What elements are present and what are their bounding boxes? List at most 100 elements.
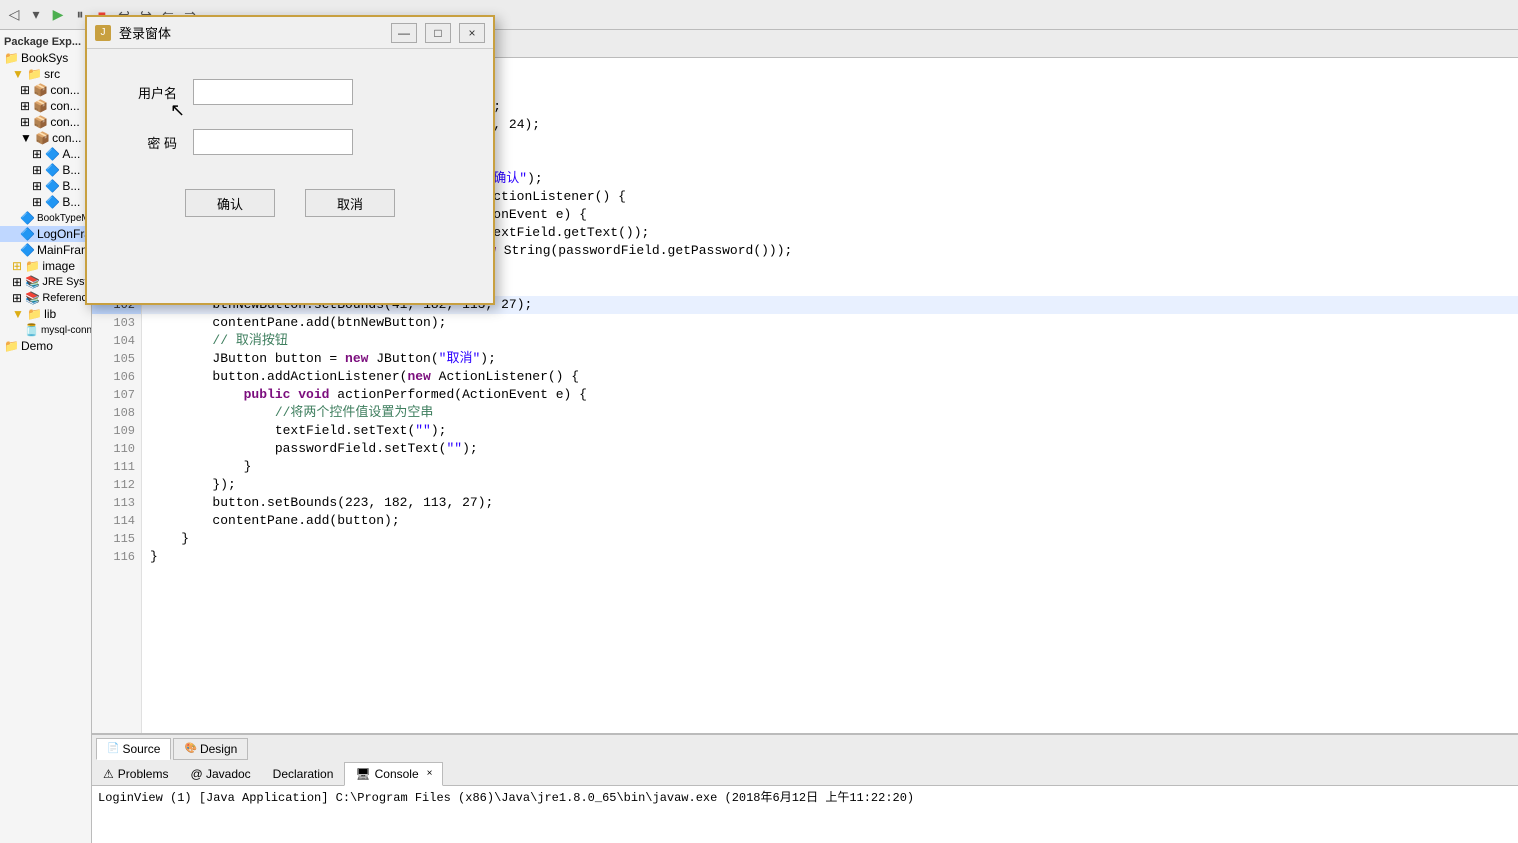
sidebar-item-a[interactable]: ⊞ 🔷 A... xyxy=(0,146,91,162)
sidebar-item-con2[interactable]: ⊞ 📦 con... xyxy=(0,98,91,114)
sidebar-item-label: src xyxy=(44,67,60,81)
sidebar-item-b2[interactable]: ⊞ 🔷 B... xyxy=(0,178,91,194)
dialog-buttons: 确认 取消 xyxy=(117,189,463,217)
code-line-113: button.setBounds(223, 182, 113, 27); xyxy=(142,494,1518,512)
sidebar-item-mysql-jar[interactable]: 🫙 mysql-connector-java-5.1.36.jar xyxy=(0,322,91,338)
sidebar-item-logonframe[interactable]: 🔷 LogOnFrame.java xyxy=(0,226,91,242)
tab-javadoc[interactable]: @ Javadoc xyxy=(179,762,261,786)
code-line-107: public void actionPerformed(ActionEvent … xyxy=(142,386,1518,404)
java-file-icon: 🔷 xyxy=(20,243,35,257)
username-input[interactable] xyxy=(193,79,353,105)
login-dialog[interactable]: J 登录窗体 — □ × 用户名 密 码 确认 取消 xyxy=(85,15,495,305)
sidebar-item-label: con... xyxy=(50,99,79,113)
line-num-108: 108 xyxy=(92,404,141,422)
sidebar-item-label: mysql-connector-java-5.1.36.jar xyxy=(41,325,92,336)
code-line-105: JButton button = new JButton("取消"); xyxy=(142,350,1518,368)
console-icon: 🖥 xyxy=(355,767,370,781)
sidebar-item-demo[interactable]: 📁 Demo xyxy=(0,338,91,354)
console-content: LoginView (1) [Java Application] C:\Prog… xyxy=(92,786,1518,843)
sidebar-item-con1[interactable]: ⊞ 📦 con... xyxy=(0,82,91,98)
toolbar-down-icon[interactable]: ▾ xyxy=(26,5,46,25)
project-icon: 📁 xyxy=(4,51,19,65)
username-label: 用户名 xyxy=(117,83,177,102)
sidebar-item-lib[interactable]: ▼ 📁 lib xyxy=(0,306,91,322)
sidebar-item-label: Demo xyxy=(21,339,53,353)
sidebar-item-booksys[interactable]: 📁 BookSys xyxy=(0,50,91,66)
console-close-icon[interactable]: × xyxy=(427,768,433,779)
line-num-113: 113 xyxy=(92,494,141,512)
jar-icon: 🫙 xyxy=(24,323,39,337)
console-label: Console xyxy=(375,767,419,781)
image-folder-icon: ⊞ 📁 xyxy=(12,259,40,273)
dialog-titlebar: J 登录窗体 — □ × xyxy=(87,17,493,49)
sidebar-item-label: B... xyxy=(62,163,80,177)
design-tab-icon: 🎨 xyxy=(184,743,196,754)
sidebar-item-label: lib xyxy=(44,307,56,321)
sidebar-item-image[interactable]: ⊞ 📁 image xyxy=(0,258,91,274)
sidebar-item-label: MainFrame.java xyxy=(37,243,92,257)
demo-icon: 📁 xyxy=(4,339,19,353)
sidebar-item-b3[interactable]: ⊞ 🔷 B... xyxy=(0,194,91,210)
source-tab-label: Source xyxy=(122,742,160,756)
line-num-114: 114 xyxy=(92,512,141,530)
sidebar-item-booktypemanage[interactable]: 🔷 BookTypeManageInternalFrame.java xyxy=(0,210,91,226)
sidebar-item-label: con... xyxy=(50,83,79,97)
line-num-105: 105 xyxy=(92,350,141,368)
bottom-panel: 📄 Source 🎨 Design ⚠ Problems @ J xyxy=(92,733,1518,843)
sidebar-item-con3[interactable]: ⊞ 📦 con... xyxy=(0,114,91,130)
tab-console[interactable]: 🖥 Console × xyxy=(344,762,443,786)
password-input[interactable] xyxy=(193,129,353,155)
code-line-110: passwordField.setText(""); xyxy=(142,440,1518,458)
sidebar-item-jre[interactable]: ⊞ 📚 JRE System Library [JavaSE-1.8] xyxy=(0,274,91,290)
java-file-icon: 🔷 xyxy=(20,211,35,225)
package-icon-expand: ▼ 📦 xyxy=(20,131,50,145)
sidebar-item-label: LogOnFrame.java xyxy=(37,227,92,241)
problems-label: Problems xyxy=(118,767,169,781)
password-label: 密 码 xyxy=(117,133,177,152)
dialog-minimize-button[interactable]: — xyxy=(391,23,417,43)
sidebar-item-label: con... xyxy=(50,115,79,129)
username-row: 用户名 xyxy=(117,79,463,105)
javadoc-label: @ Javadoc xyxy=(190,767,250,781)
confirm-button[interactable]: 确认 xyxy=(185,189,275,217)
tab-design[interactable]: 🎨 Design xyxy=(173,738,248,760)
code-line-108: //将两个控件值设置为空串 xyxy=(142,404,1518,422)
line-num-107: 107 xyxy=(92,386,141,404)
toolbar-run-icon[interactable]: ▶ xyxy=(48,5,68,25)
sidebar-item-label: B... xyxy=(62,179,80,193)
sidebar-item-label: B... xyxy=(62,195,80,209)
cancel-button[interactable]: 取消 xyxy=(305,189,395,217)
code-line-115: } xyxy=(142,530,1518,548)
package-explorer: Package Exp... 📁 BookSys ▼ 📁 src ⊞ 📦 con… xyxy=(0,30,92,843)
sidebar-item-label: image xyxy=(42,259,75,273)
jre-icon: ⊞ 📚 xyxy=(12,275,40,289)
sidebar-item-label: A... xyxy=(62,147,80,161)
java-file-icon: ⊞ 🔷 xyxy=(32,163,60,177)
code-line-106: button.addActionListener(new ActionListe… xyxy=(142,368,1518,386)
java-file-icon: ⊞ 🔷 xyxy=(32,179,60,193)
package-explorer-title: Package Exp... xyxy=(0,34,91,50)
code-line-114: contentPane.add(button); xyxy=(142,512,1518,530)
package-icon: ⊞ 📦 xyxy=(20,99,48,113)
sidebar-item-con4[interactable]: ▼ 📦 con... xyxy=(0,130,91,146)
line-num-106: 106 xyxy=(92,368,141,386)
sidebar-item-mainframe[interactable]: 🔷 MainFrame.java xyxy=(0,242,91,258)
tab-source[interactable]: 📄 Source xyxy=(96,738,171,760)
java-file-icon: ⊞ 🔷 xyxy=(32,147,60,161)
dialog-close-button[interactable]: × xyxy=(459,23,485,43)
toolbar-back-icon[interactable]: ◁ xyxy=(4,5,24,25)
line-num-111: 111 xyxy=(92,458,141,476)
package-icon: ⊞ 📦 xyxy=(20,115,48,129)
dialog-maximize-button[interactable]: □ xyxy=(425,23,451,43)
password-row: 密 码 xyxy=(117,129,463,155)
sidebar-item-reflibs[interactable]: ⊞ 📚 Referenced Libraries xyxy=(0,290,91,306)
code-line-103: contentPane.add(btnNewButton); xyxy=(142,314,1518,332)
tab-declaration[interactable]: Declaration xyxy=(262,762,345,786)
sidebar-item-src[interactable]: ▼ 📁 src xyxy=(0,66,91,82)
source-tab-icon: 📄 xyxy=(107,743,119,754)
package-icon: ⊞ 📦 xyxy=(20,83,48,97)
sidebar-item-b1[interactable]: ⊞ 🔷 B... xyxy=(0,162,91,178)
tab-problems[interactable]: ⚠ Problems xyxy=(92,762,179,786)
dialog-title-text: 登录窗体 xyxy=(119,23,383,42)
line-num-103: 103 xyxy=(92,314,141,332)
